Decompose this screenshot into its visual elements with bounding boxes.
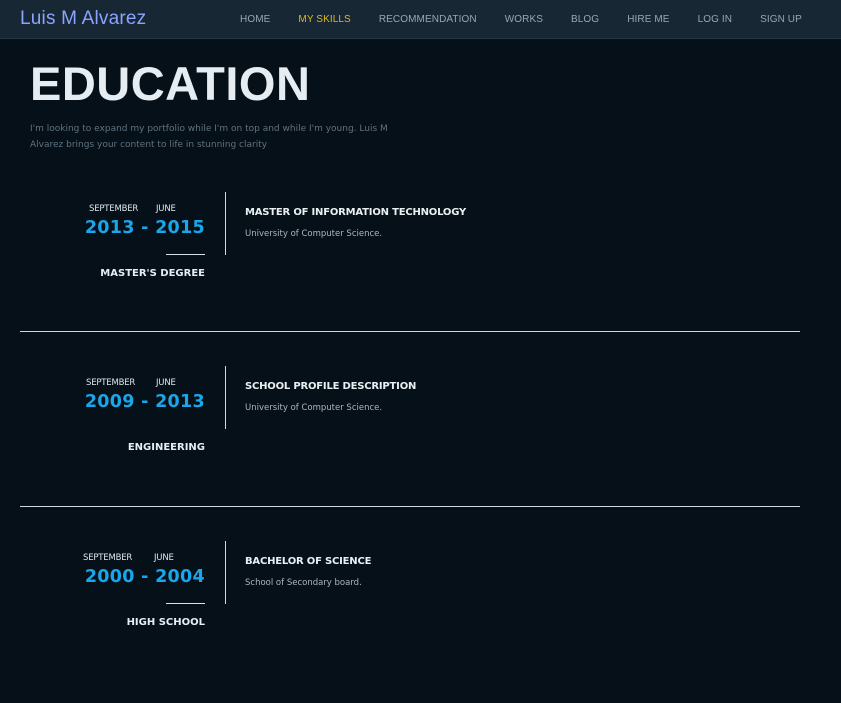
section-divider <box>20 331 800 332</box>
timeline-divider <box>225 366 226 429</box>
year-range: 2013 - 2015 <box>84 218 205 238</box>
start-month: SEPTEMBER <box>83 553 133 563</box>
year-range: 2009 - 2013 <box>84 392 205 412</box>
degree-label: HIGH SCHOOL <box>126 617 205 628</box>
nav-recommendation[interactable]: RECOMMENDATION <box>379 14 477 25</box>
school-name: University of Computer Science. <box>245 403 383 413</box>
brand-logo[interactable]: Luis M Alvarez <box>20 8 146 30</box>
education-entry: SEPTEMBER JUNE 2000 - 2004 HIGH SCHOOL B… <box>0 541 841 703</box>
entry-heading: BACHELOR OF SCIENCE <box>245 556 372 567</box>
nav-home[interactable]: HOME <box>240 14 270 25</box>
school-name: School of Secondary board. <box>245 578 362 588</box>
main-menu: HOME MY SKILLS RECOMMENDATION WORKS BLOG… <box>226 0 816 38</box>
school-name: University of Computer Science. <box>245 229 383 239</box>
year-underline <box>166 254 205 255</box>
nav-log-in[interactable]: LOG IN <box>698 14 733 25</box>
page-title: EDUCATION <box>30 57 311 110</box>
nav-my-skills[interactable]: MY SKILLS <box>298 14 350 25</box>
entry-heading: SCHOOL PROFILE DESCRIPTION <box>245 381 417 392</box>
year-underline <box>166 603 205 604</box>
end-month: JUNE <box>156 204 176 214</box>
nav-hire-me[interactable]: HIRE ME <box>627 14 669 25</box>
section-divider <box>20 506 800 507</box>
intro-text: I'm looking to expand my portfolio while… <box>30 124 388 150</box>
degree-label: ENGINEERING <box>127 442 205 453</box>
nav-blog[interactable]: BLOG <box>571 14 599 25</box>
entry-heading: MASTER OF INFORMATION TECHNOLOGY <box>245 207 467 218</box>
end-month: JUNE <box>154 553 174 563</box>
nav-works[interactable]: WORKS <box>505 14 543 25</box>
end-month: JUNE <box>156 378 176 388</box>
timeline-divider <box>225 541 226 604</box>
nav-sign-up[interactable]: SIGN UP <box>760 14 802 25</box>
start-month: SEPTEMBER <box>89 204 139 214</box>
degree-label: MASTER'S DEGREE <box>100 268 205 279</box>
start-month: SEPTEMBER <box>86 378 136 388</box>
timeline-divider <box>225 192 226 255</box>
year-range: 2000 - 2004 <box>84 567 205 587</box>
top-navbar: Luis M Alvarez HOME MY SKILLS RECOMMENDA… <box>0 0 841 39</box>
